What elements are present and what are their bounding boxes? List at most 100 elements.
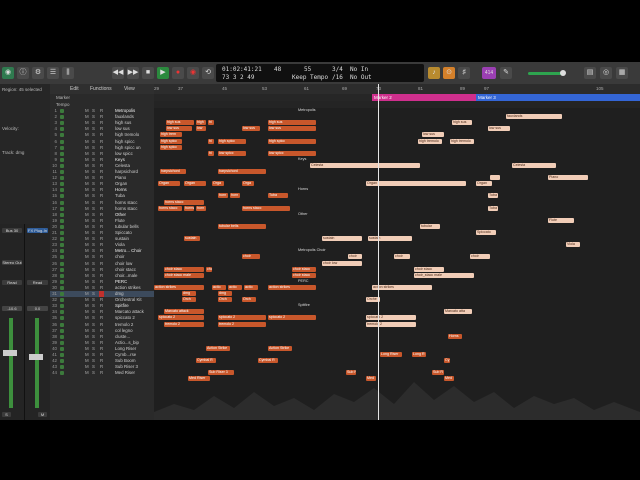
solo-toggle[interactable]: S xyxy=(92,315,95,321)
track-name[interactable]: choir...male xyxy=(115,273,137,279)
mute-toggle[interactable]: M xyxy=(85,120,89,126)
midi-region[interactable]: Celesta xyxy=(512,162,556,168)
track-name[interactable]: Piano xyxy=(115,175,126,181)
track-name[interactable]: Tuba xyxy=(115,193,125,199)
track-row[interactable]: 25 M S Rchoir xyxy=(50,254,154,260)
track-row[interactable]: 8 M S Rlow spicc xyxy=(50,151,154,157)
record-toggle[interactable]: R xyxy=(100,224,103,230)
mute-toggle[interactable]: M xyxy=(85,285,89,291)
track-row[interactable]: 26 M S Rchoir low xyxy=(50,261,154,267)
track-row[interactable]: 39 M S R Actio...s_bip xyxy=(50,340,154,346)
track-name[interactable]: horns stacc xyxy=(115,206,137,212)
track-name[interactable]: harpsichord xyxy=(115,169,138,175)
browser-icon[interactable]: ▦ xyxy=(616,67,628,79)
track-name[interactable]: Horns xyxy=(115,187,127,193)
mute-toggle[interactable]: M xyxy=(85,261,89,267)
track-row[interactable]: 19 M S R Flute xyxy=(50,218,154,224)
solo-toggle[interactable]: S xyxy=(92,169,95,175)
track-name[interactable]: horns stacc xyxy=(115,200,137,206)
solo-toggle[interactable]: S xyxy=(92,297,95,303)
record-toggle[interactable]: R xyxy=(100,248,103,254)
record-toggle[interactable]: R xyxy=(100,358,103,364)
midi-region[interactable]: choir stacc xyxy=(164,266,204,272)
play-icon[interactable]: ▶ xyxy=(157,67,169,79)
mute-toggle[interactable]: M xyxy=(85,364,89,370)
record-toggle[interactable]: R xyxy=(100,181,103,187)
record-toggle[interactable]: R xyxy=(100,267,103,273)
midi-region[interactable]: high sus xyxy=(268,120,316,126)
solo-toggle[interactable]: S xyxy=(92,200,95,206)
track-name[interactable]: high tremolo xyxy=(115,132,139,138)
midi-region[interactable]: low sus xyxy=(242,126,260,132)
solo-toggle[interactable]: S xyxy=(92,309,95,315)
mute-toggle[interactable]: M xyxy=(85,108,89,114)
midi-region[interactable]: high sus xyxy=(452,120,472,126)
mute-toggle[interactable]: M xyxy=(85,145,89,151)
record-toggle[interactable]: R xyxy=(100,334,103,340)
midi-region[interactable]: low sus xyxy=(268,126,316,132)
record-toggle[interactable]: R xyxy=(100,175,103,181)
record-toggle[interactable]: R xyxy=(100,254,103,260)
midi-region[interactable]: action strikes xyxy=(372,284,432,290)
track-name[interactable]: Med Riser xyxy=(115,370,135,376)
track-name[interactable]: choir low xyxy=(115,261,132,267)
midi-region[interactable]: high spicc xyxy=(160,144,182,150)
edit-icon[interactable]: ✎ xyxy=(500,67,512,79)
track-row[interactable]: 20 M S Rtubular bells xyxy=(50,224,154,230)
track-row[interactable]: 15 M S R Tuba xyxy=(50,193,154,199)
record-toggle[interactable]: R xyxy=(100,230,103,236)
midi-region[interactable]: horn xyxy=(230,193,240,199)
midi-region[interactable]: Horns xyxy=(448,333,462,339)
solo-toggle[interactable]: S xyxy=(92,108,95,114)
midi-region[interactable]: low xyxy=(196,126,206,132)
solo-toggle[interactable]: S xyxy=(92,181,95,187)
midi-region[interactable]: spiccato 2 xyxy=(218,315,266,321)
track-row[interactable]: 35 M S Rspiccato 2 xyxy=(50,315,154,321)
track-name[interactable]: sustain xyxy=(115,236,129,242)
notepad-icon[interactable]: ▤ xyxy=(584,67,596,79)
midi-region[interactable]: Spiccato xyxy=(476,230,496,235)
record-toggle[interactable]: R xyxy=(100,340,103,346)
track-name[interactable]: action strikes xyxy=(115,285,141,291)
count-in-icon[interactable]: ⊙ xyxy=(443,67,455,79)
solo-toggle[interactable]: S xyxy=(92,248,95,254)
track-row[interactable]: 9 M S R Keys xyxy=(50,157,154,163)
track-row[interactable]: 28 M S Rchoir...male xyxy=(50,273,154,279)
track-row[interactable]: 29 M S R PERC xyxy=(50,279,154,285)
track-row[interactable]: 41 M S R Cymb...rse xyxy=(50,352,154,358)
solo-toggle[interactable]: S xyxy=(92,236,95,242)
mute-toggle[interactable]: M xyxy=(85,346,89,352)
solo-toggle[interactable]: S xyxy=(92,242,95,248)
record-toggle[interactable]: R xyxy=(100,261,103,267)
track-row[interactable]: 11 M S Rharpsichord xyxy=(50,169,154,175)
record-toggle[interactable]: R xyxy=(100,206,103,212)
track-name[interactable]: Keys xyxy=(115,157,125,163)
solo-button[interactable]: S xyxy=(2,412,11,417)
midi-region[interactable]: Orga xyxy=(242,181,254,187)
record-toggle[interactable]: R xyxy=(100,322,103,328)
mute-toggle[interactable]: M xyxy=(85,297,89,303)
stop-icon[interactable]: ■ xyxy=(142,67,154,79)
mute-toggle[interactable]: M xyxy=(85,340,89,346)
midi-region[interactable]: harpsichord xyxy=(218,169,266,174)
mute-toggle[interactable]: M xyxy=(85,224,89,230)
midi-region[interactable]: horns stacc xyxy=(242,205,290,211)
mute-toggle[interactable]: M xyxy=(85,139,89,145)
midi-region[interactable]: sustain xyxy=(368,236,412,242)
solo-toggle[interactable]: S xyxy=(92,285,95,291)
track-row[interactable]: 24 M S R Metro... Choir xyxy=(50,248,154,254)
record-toggle[interactable]: R xyxy=(100,285,103,291)
midi-region[interactable]: action strikes xyxy=(154,284,204,290)
midi-region[interactable]: choir xyxy=(348,254,362,260)
solo-toggle[interactable]: S xyxy=(92,132,95,138)
midi-region[interactable]: choir stacc xyxy=(414,266,444,272)
midi-region[interactable]: Organ xyxy=(158,181,180,187)
record-toggle[interactable]: R xyxy=(100,218,103,224)
solo-toggle[interactable]: S xyxy=(92,175,95,181)
midi-region[interactable]: horn xyxy=(218,193,228,199)
solo-toggle[interactable]: S xyxy=(92,291,95,297)
track-row[interactable]: 3 M S Rhigh sus xyxy=(50,120,154,126)
library-icon[interactable]: ◉ xyxy=(2,67,14,79)
track-row[interactable]: 32 M S R Orchestral Kit xyxy=(50,297,154,303)
track-row[interactable]: 31 M Sdmg xyxy=(50,291,154,297)
